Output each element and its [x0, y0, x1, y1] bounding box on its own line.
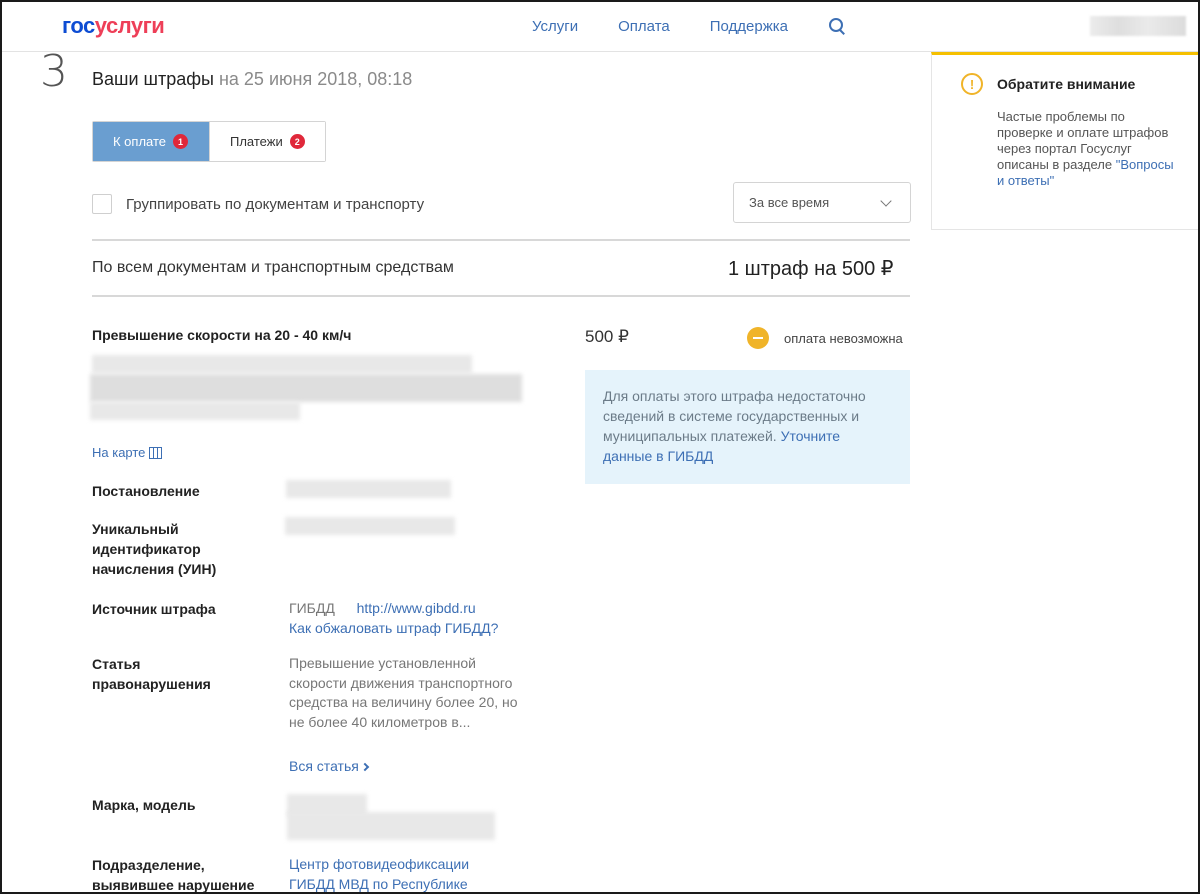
full-article-label: Вся статья: [289, 758, 359, 774]
group-checkbox[interactable]: [92, 194, 112, 214]
group-option: Группировать по документам и транспорту: [92, 194, 424, 214]
tab-payments-label: Платежи: [230, 134, 283, 149]
appeal-link[interactable]: Как обжаловать штраф ГИБДД?: [289, 620, 498, 636]
logo-part-2: услуги: [94, 13, 165, 38]
page-title-date: на 25 июня 2018, 08:18: [213, 69, 413, 89]
resolution-label: Постановление: [92, 483, 200, 499]
payment-info-box: Для оплаты этого штрафа недостаточно све…: [585, 370, 910, 484]
chevron-down-icon: [880, 195, 892, 207]
car-label: Марка, модель: [92, 797, 196, 813]
article-text: Превышение установленной скорости движен…: [289, 655, 518, 730]
address-blurred: [92, 355, 472, 373]
car-value-blurred: [287, 812, 495, 840]
article-label: Статья правонарушения: [92, 656, 211, 692]
period-select[interactable]: За все время: [733, 182, 911, 223]
address-blurred: [90, 374, 522, 402]
division-link[interactable]: Центр фотовидеофиксации ГИБДД МВД по Рес…: [289, 856, 469, 892]
summary-total: 1 штраф на 500 ₽: [728, 258, 894, 280]
browser-frame: госуслуги Услуги Оплата Поддержка 3 Ваши…: [0, 0, 1200, 894]
tab-to-pay-label: К оплате: [113, 134, 167, 149]
tab-payments-badge: 2: [289, 134, 305, 149]
divider: [92, 239, 910, 241]
period-select-value: За все время: [749, 195, 830, 210]
minus-circle-icon: [747, 327, 769, 349]
address-blurred: [90, 402, 300, 420]
article-value: Превышение установленной скорости движен…: [289, 654, 521, 732]
logo-part-1: гос: [62, 13, 95, 38]
map-icon: [149, 446, 163, 459]
source-url-link[interactable]: http://www.gibdd.ru: [357, 600, 476, 616]
notice-title: Обратите внимание: [997, 76, 1136, 92]
tab-payments[interactable]: Платежи 2: [209, 122, 325, 161]
fine-amount: 500 ₽: [585, 327, 629, 346]
user-name-blurred[interactable]: [1090, 16, 1186, 36]
article-more-wrap: Вся статья: [289, 757, 370, 777]
nav-services[interactable]: Услуги: [532, 18, 578, 35]
tab-to-pay-badge: 1: [173, 134, 189, 149]
full-article-link[interactable]: Вся статья: [289, 758, 370, 774]
nav-support[interactable]: Поддержка: [710, 18, 788, 35]
main-nav: Услуги Оплата Поддержка: [532, 17, 846, 35]
divider: [92, 295, 910, 297]
fine-title: Превышение скорости на 20 - 40 км/ч: [92, 327, 352, 343]
notice-panel: ! Обратите внимание Частые проблемы по п…: [931, 52, 1198, 230]
nav-payment[interactable]: Оплата: [618, 18, 670, 35]
page-title: Ваши штрафы на 25 июня 2018, 08:18: [92, 69, 412, 90]
source-value: ГИБДД http://www.gibdd.ru Как обжаловать…: [289, 599, 498, 638]
division-value: Центр фотовидеофиксации ГИБДД МВД по Рес…: [289, 855, 499, 892]
map-link[interactable]: На карте: [92, 445, 163, 460]
group-checkbox-label[interactable]: Группировать по документам и транспорту: [126, 196, 424, 213]
page-title-text: Ваши штрафы: [92, 69, 214, 89]
payment-status: оплата невозможна: [784, 331, 903, 346]
division-label: Подразделение, выявившее нарушение: [92, 857, 255, 893]
map-link-label: На карте: [92, 445, 146, 460]
tab-to-pay[interactable]: К оплате 1: [93, 122, 209, 161]
gosuslugi-logo[interactable]: госуслуги: [62, 13, 165, 39]
step-number: 3: [40, 46, 68, 97]
chevron-right-icon: [360, 762, 370, 772]
notice-text-block: Частые проблемы по проверке и оплате штр…: [997, 109, 1177, 189]
fines-tabs: К оплате 1 Платежи 2: [92, 121, 326, 162]
resolution-value-blurred: [286, 480, 451, 498]
source-name: ГИБДД: [289, 600, 335, 616]
search-icon[interactable]: [828, 17, 846, 35]
site-header: госуслуги Услуги Оплата Поддержка: [2, 2, 1198, 52]
uin-value-blurred: [285, 517, 455, 535]
uin-label: Уникальный идентификатор начисления (УИН…: [92, 521, 217, 577]
exclamation-circle-icon: !: [961, 73, 983, 95]
source-label: Источник штрафа: [92, 601, 216, 617]
summary-label: По всем документам и транспортным средст…: [92, 259, 454, 276]
